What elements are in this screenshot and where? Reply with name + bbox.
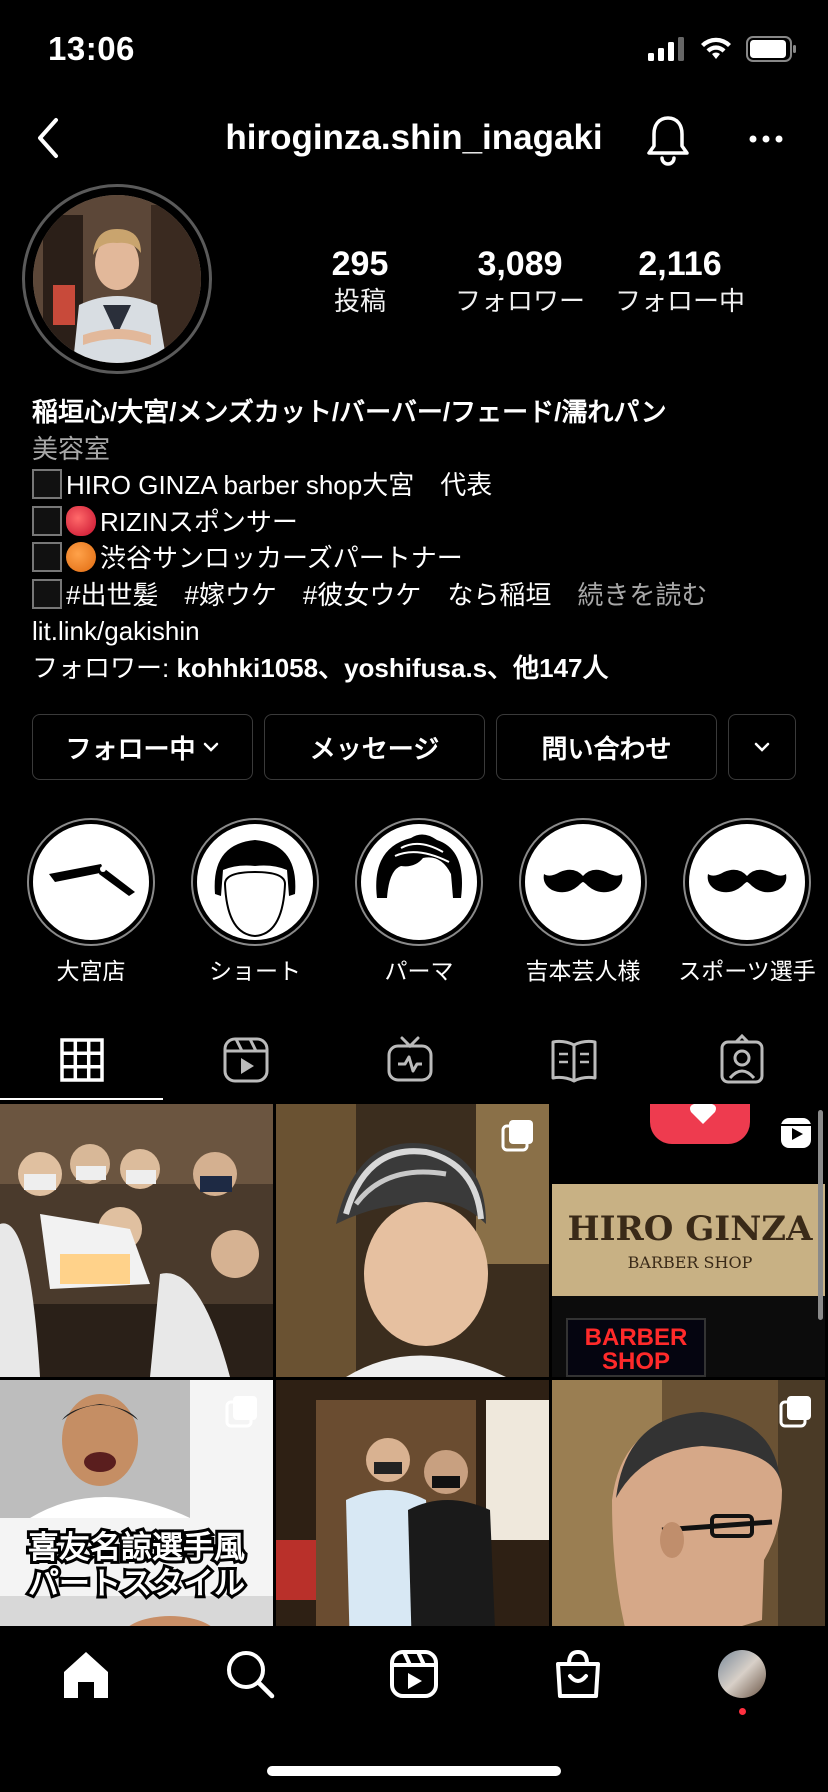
perm-hair-icon [376, 834, 462, 898]
black-square-icon [32, 578, 62, 609]
message-button-label: メッセージ [309, 733, 440, 764]
wifi-icon [701, 37, 731, 59]
shop-sign: HIRO GINZA BARBER SHOP [552, 1184, 825, 1296]
post-thumbnail[interactable] [276, 1380, 549, 1653]
bio-line-text: 渋谷サンロッカーズパートナー [100, 543, 463, 573]
bio-line: RIZINスポンサー [32, 504, 802, 541]
stat-posts-label: 投稿 [333, 286, 386, 316]
highlight-perm[interactable] [355, 818, 483, 946]
reels-icon[interactable] [216, 1030, 276, 1090]
igtv-icon[interactable] [380, 1030, 440, 1090]
bio-line: #出世髪 #嫁ウケ #彼女ウケ なら稲垣 続きを読む [32, 577, 802, 614]
razor-icon [49, 864, 135, 896]
post-caption-overlay: 喜友名諒選手風 パートスタイル [0, 1527, 273, 1604]
stat-following-number: 2,116 [638, 245, 722, 283]
guides-icon[interactable] [544, 1030, 604, 1090]
message-button[interactable]: メッセージ [264, 714, 485, 780]
bio-line-text: RIZINスポンサー [100, 506, 298, 537]
stat-followers[interactable]: 3,089 フォロワー [440, 244, 600, 318]
tagged-icon[interactable] [712, 1030, 772, 1090]
stat-posts[interactable]: 295 投稿 [280, 244, 440, 318]
chevron-down-icon [203, 742, 218, 752]
avatar[interactable] [33, 195, 201, 363]
highlight-athletes[interactable] [683, 818, 811, 946]
highlight-yoshimoto[interactable] [519, 818, 647, 946]
grid-icon[interactable] [52, 1030, 112, 1090]
scrollbar[interactable] [818, 1110, 823, 1320]
battery-icon [746, 36, 796, 62]
stat-posts-number: 295 [331, 245, 389, 283]
short-hair-icon [214, 840, 296, 938]
mustache-icon [707, 869, 787, 893]
signal-icon [648, 37, 684, 61]
contact-button[interactable]: 問い合わせ [496, 714, 717, 780]
status-icons [648, 36, 798, 62]
notification-dot [739, 1708, 746, 1715]
highlight-short[interactable] [191, 818, 319, 946]
bio-category: 美容室 [32, 433, 111, 464]
stat-followers-label: フォロワー [454, 286, 585, 316]
post-thumbnail[interactable] [552, 1380, 825, 1653]
profile-username: hiroginza.shin_inagaki [225, 118, 603, 157]
post-thumbnail[interactable]: HIRO GINZA BARBER SHOP BARBER SHOP [552, 1104, 825, 1377]
post-thumbnail[interactable]: 喜友名諒選手風 パートスタイル [0, 1380, 273, 1653]
avatar-photo [33, 195, 201, 363]
basketball-icon [66, 542, 96, 572]
post-photo [0, 1104, 273, 1377]
carousel-icon [779, 1396, 811, 1428]
bell-icon[interactable] [644, 112, 692, 166]
black-square-icon [32, 469, 62, 499]
following-button[interactable]: フォロー中 [32, 714, 253, 780]
shop-icon[interactable] [550, 1646, 606, 1702]
stat-following[interactable]: 2,116 フォロー中 [600, 244, 760, 318]
reels-icon[interactable] [386, 1646, 442, 1702]
highlight-label: パーマ [384, 958, 454, 984]
bio-link[interactable]: lit.link/gakishin [32, 613, 802, 650]
highlight-label: 吉本芸人様 [525, 958, 641, 984]
active-tab-indicator [0, 1098, 163, 1100]
carousel-icon [501, 1120, 533, 1152]
bio-more-link[interactable]: 続きを読む [577, 580, 707, 610]
boxing-glove-icon [66, 505, 96, 536]
search-icon[interactable] [222, 1646, 278, 1702]
bio-name: 稲垣心/大宮/メンズカット/バーバー/フェード/濡れパン [32, 397, 667, 427]
stat-following-label: フォロー中 [614, 286, 745, 316]
followed-by[interactable]: フォロワー: kohhki1058、yoshifusa.s、他147人 [32, 650, 802, 687]
shop-sign-title: HIRO GINZA [567, 1208, 813, 1249]
highlight-omiya[interactable] [27, 818, 155, 946]
suggested-accounts-button[interactable] [728, 714, 796, 780]
chevron-down-icon [754, 742, 770, 752]
home-icon[interactable] [58, 1646, 114, 1702]
highlight-label: 大宮店 [56, 958, 126, 984]
status-time: 13:06 [48, 30, 135, 67]
home-indicator[interactable] [267, 1766, 561, 1776]
black-square-icon [32, 542, 62, 572]
carousel-icon [225, 1396, 257, 1428]
heart-icon [690, 1104, 716, 1124]
stat-followers-number: 3,089 [477, 245, 563, 283]
post-caption-line: パートスタイル [25, 1563, 248, 1604]
bio-line-text: #出世髪 #嫁ウケ #彼女ウケ なら稲垣 [66, 579, 552, 610]
post-caption-line: 喜友名諒選手風 [25, 1527, 248, 1568]
post-photo [276, 1380, 549, 1653]
shop-sign-sub: BARBER SHOP [627, 1252, 753, 1272]
followed-by-prefix: フォロワー: [32, 652, 177, 683]
following-button-label: フォロー中 [65, 733, 196, 764]
contact-button-label: 問い合わせ [541, 733, 672, 764]
neon-sign: BARBER SHOP [566, 1318, 706, 1377]
highlight-label: スポーツ選手 [678, 958, 816, 984]
reels-badge-icon [781, 1118, 811, 1148]
post-thumbnail[interactable] [0, 1104, 273, 1377]
highlight-label: ショート [209, 958, 301, 984]
black-square-icon [32, 505, 62, 536]
post-thumbnail[interactable] [276, 1104, 549, 1377]
bio-line: 渋谷サンロッカーズパートナー [32, 540, 802, 577]
followed-by-names: kohhki1058、yoshifusa.s、他147人 [176, 652, 609, 683]
profile-tab-avatar[interactable] [718, 1650, 766, 1698]
profile-bio: 稲垣心/大宮/メンズカット/バーバー/フェード/濡れパン 美容室 HIRO GI… [32, 394, 802, 686]
bio-line: HIRO GINZA barber shop大宮 代表 [32, 467, 802, 504]
mustache-icon [543, 869, 623, 893]
more-options-icon[interactable] [748, 124, 784, 154]
bio-line-text: HIRO GINZA barber shop大宮 代表 [66, 470, 493, 500]
